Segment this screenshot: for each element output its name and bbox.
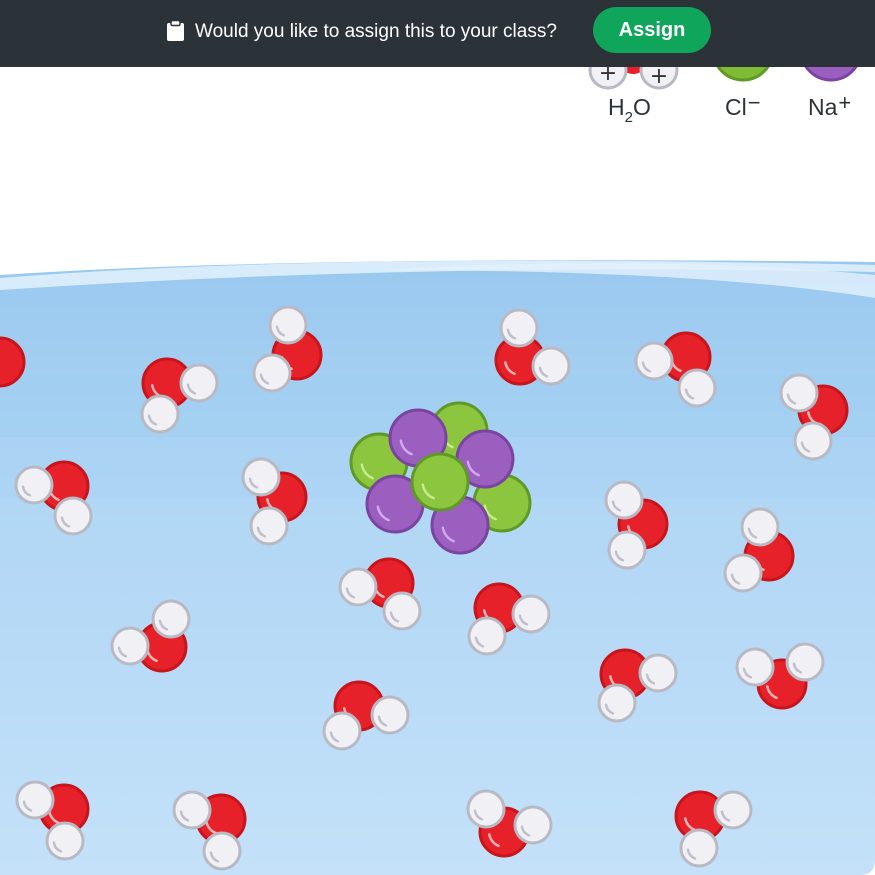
clipboard-icon <box>167 20 184 41</box>
svg-text:+: + <box>650 64 668 89</box>
legend-chloride-label: Cl− <box>725 90 761 120</box>
water-simulation <box>0 260 875 875</box>
assign-banner: Would you like to assign this to your cl… <box>0 0 875 67</box>
assign-button[interactable]: Assign <box>593 7 711 53</box>
legend-water-label: H2O <box>608 94 651 126</box>
assign-prompt: Would you like to assign this to your cl… <box>195 21 557 42</box>
legend-sodium-label: Na+ <box>808 90 852 120</box>
chloride-ion <box>410 452 470 512</box>
